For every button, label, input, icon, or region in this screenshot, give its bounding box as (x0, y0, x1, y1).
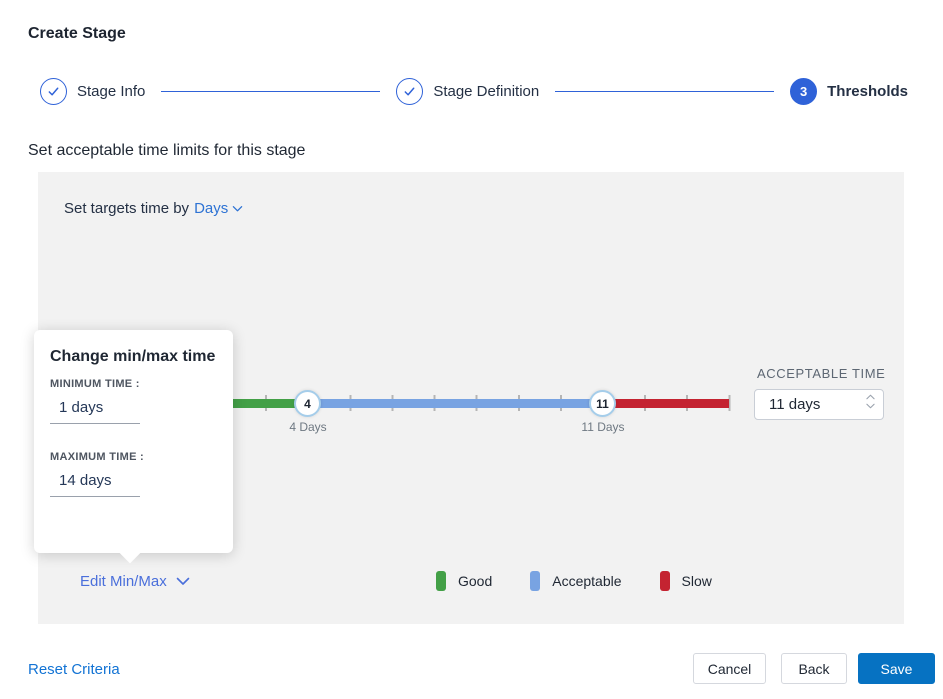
legend-item-slow: Slow (659, 571, 712, 591)
good-swatch (436, 571, 446, 591)
step-label: Stage Info (77, 82, 146, 100)
slider-segment-acceptable (308, 399, 603, 408)
acceptable-time-label: ACCEPTABLE TIME (757, 366, 886, 381)
step-connector (161, 90, 381, 92)
slider-handle-min-label: 4 Days (289, 420, 327, 434)
step-number-circle: 3 (790, 77, 818, 105)
legend-label: Good (458, 573, 493, 589)
threshold-slider-track[interactable] (182, 399, 729, 408)
time-unit-value: Days (194, 200, 229, 217)
step-connector (555, 90, 775, 92)
number-stepper (866, 394, 875, 409)
save-button[interactable]: Save (858, 653, 935, 684)
reset-criteria-link[interactable]: Reset Criteria (28, 661, 120, 678)
section-heading: Set acceptable time limits for this stag… (28, 142, 306, 159)
edit-minmax-button[interactable]: Edit Min/Max (80, 573, 190, 590)
maximum-time-input[interactable] (50, 465, 140, 497)
step-stage-info[interactable]: Stage Info (40, 77, 146, 105)
slider-segment-slow (603, 399, 729, 408)
acceptable-time-input[interactable] (755, 390, 851, 419)
acceptable-swatch (530, 571, 541, 591)
chevron-down-icon (232, 205, 243, 211)
step-thresholds[interactable]: 3 Thresholds (790, 77, 908, 105)
slider-handle-min[interactable]: 4 (294, 390, 321, 417)
edit-minmax-label: Edit Min/Max (80, 573, 167, 590)
back-button[interactable]: Back (781, 653, 847, 684)
legend-label: Slow (681, 573, 712, 589)
check-icon (48, 87, 59, 95)
step-stage-definition[interactable]: Stage Definition (396, 77, 540, 105)
minimum-time-input[interactable] (50, 392, 140, 424)
legend-label: Acceptable (552, 573, 622, 589)
stepper-down-icon[interactable] (866, 403, 875, 409)
popover-title: Change min/max time (50, 348, 216, 365)
cancel-button[interactable]: Cancel (693, 653, 766, 684)
acceptable-time-field (754, 389, 884, 420)
stepper-up-icon[interactable] (866, 394, 875, 400)
minimum-time-label: MINIMUM TIME : (50, 378, 140, 390)
change-minmax-popover: Change min/max time MINIMUM TIME : MAXIM… (34, 330, 233, 564)
page-title: Create Stage (28, 25, 126, 42)
slider-handle-max[interactable]: 11 (589, 390, 616, 417)
maximum-time-label: MAXIMUM TIME : (50, 451, 145, 463)
step-complete-circle (396, 77, 424, 105)
chevron-down-icon (176, 577, 190, 585)
slow-swatch (659, 571, 670, 591)
legend-item-acceptable: Acceptable (530, 571, 622, 591)
step-label: Thresholds (827, 82, 908, 100)
check-icon (404, 87, 415, 95)
set-targets-label: Set targets time by (64, 200, 190, 217)
slider-handle-max-label: 11 Days (581, 420, 625, 434)
set-targets-row: Set targets time by Days (64, 200, 243, 217)
legend-item-good: Good (436, 571, 492, 591)
threshold-legend: Good Acceptable Slow (436, 571, 712, 591)
time-unit-dropdown[interactable]: Days (194, 200, 243, 217)
step-label: Stage Definition (433, 82, 540, 100)
step-complete-circle (40, 77, 67, 105)
wizard-stepper: Stage Info Stage Definition 3 Thresholds (40, 76, 908, 106)
